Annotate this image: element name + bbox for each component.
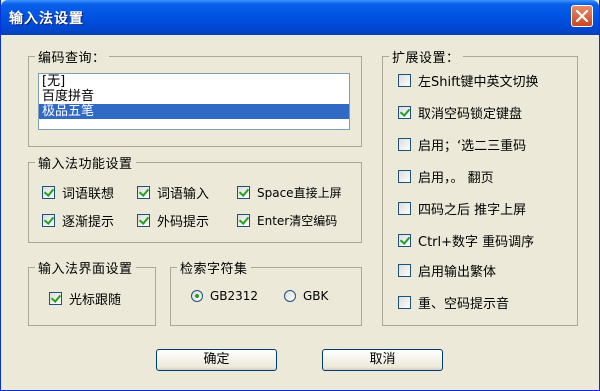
checkbox-label: 启用输出繁体	[418, 264, 497, 280]
checkbox-label: 词语联想	[62, 186, 115, 202]
checkbox-box[interactable]	[49, 291, 62, 305]
checkbox-label: 词语输入	[157, 186, 210, 202]
checkbox-box[interactable]	[137, 213, 150, 227]
checkbox-duplicate-empty-sound[interactable]: 重、空码提示音	[398, 294, 510, 312]
checkbox-box[interactable]	[398, 169, 411, 183]
code-query-listbox[interactable]: [无] 百度拼音 极品五笔	[38, 73, 350, 130]
checkbox-label: 外码提示	[157, 214, 210, 230]
ime-ui-legend: 输入法界面设置	[38, 262, 133, 277]
list-item[interactable]: 百度拼音	[39, 89, 349, 104]
checkbox-ctrl-number-reorder[interactable]: Ctrl+数字 重码调序	[398, 232, 535, 250]
checkbox-cancel-empty-lock[interactable]: 取消空码锁定键盘	[398, 104, 523, 122]
checkbox-gradual-hint[interactable]: 逐渐提示	[42, 212, 115, 230]
checkbox-box[interactable]	[398, 73, 411, 87]
checkbox-box[interactable]	[398, 105, 411, 119]
cancel-button[interactable]: 取消	[322, 349, 443, 371]
checkbox-word-association[interactable]: 词语联想	[42, 184, 115, 202]
checkbox-box[interactable]	[237, 213, 250, 227]
checkbox-word-input[interactable]: 词语输入	[137, 184, 210, 202]
ok-button[interactable]: 确定	[156, 349, 277, 371]
radio-gbk[interactable]: GBK	[284, 288, 328, 304]
checkbox-label: 左Shift键中英文切换	[418, 74, 539, 90]
checkbox-four-code-commit[interactable]: 四码之后 推字上屏	[398, 200, 527, 218]
radio-gb2312[interactable]: GB2312	[191, 288, 258, 304]
radio-label: GBK	[303, 289, 329, 303]
extended-settings-legend: 扩展设置：	[392, 51, 460, 66]
code-query-legend: 编码查询：	[38, 51, 106, 66]
list-item-selected[interactable]: 极品五笔	[39, 104, 349, 119]
window-title: 输入法设置	[9, 11, 84, 27]
checkbox-label: Enter清空编码	[257, 213, 338, 228]
checkbox-label: 光标跟随	[69, 292, 122, 308]
checkbox-box[interactable]	[42, 213, 55, 227]
checkbox-label: 重、空码提示音	[418, 296, 510, 312]
list-item[interactable]: [无]	[39, 74, 349, 89]
checkbox-label: 四码之后 推字上屏	[418, 202, 527, 218]
close-icon	[576, 10, 588, 22]
checkbox-traditional-output[interactable]: 启用输出繁体	[398, 262, 497, 280]
radio-button[interactable]	[284, 290, 296, 302]
checkbox-box[interactable]	[398, 233, 411, 247]
settings-dialog: 输入法设置 编码查询： [无] 百度拼音 极品五笔 输入法功能设置 词语联想 词…	[0, 0, 600, 391]
checkbox-label: 启用，。 翻页	[418, 170, 494, 186]
charset-legend: 检索字符集	[180, 262, 248, 277]
radio-label: GB2312	[210, 289, 259, 303]
checkbox-enable-page-keys[interactable]: 启用，。 翻页	[398, 168, 494, 186]
checkbox-label: 启用；‘选二三重码	[418, 138, 527, 154]
checkbox-box[interactable]	[398, 295, 411, 309]
checkbox-enter-clear[interactable]: Enter清空编码	[237, 212, 337, 228]
checkbox-left-shift-toggle[interactable]: 左Shift键中英文切换	[398, 72, 539, 90]
checkbox-box[interactable]	[398, 137, 411, 151]
checkbox-label: Ctrl+数字 重码调序	[418, 234, 535, 250]
checkbox-label: Space直接上屏	[257, 185, 342, 200]
checkbox-box[interactable]	[398, 201, 411, 215]
ime-function-legend: 输入法功能设置	[38, 157, 133, 172]
radio-button[interactable]	[191, 290, 203, 302]
checkbox-space-commit[interactable]: Space直接上屏	[237, 184, 342, 200]
checkbox-box[interactable]	[237, 185, 250, 199]
checkbox-label: 逐渐提示	[62, 214, 115, 230]
checkbox-box[interactable]	[42, 185, 55, 199]
close-button[interactable]	[571, 5, 593, 27]
checkbox-enable-select-23[interactable]: 启用；‘选二三重码	[398, 136, 527, 154]
checkbox-label: 取消空码锁定键盘	[418, 106, 523, 122]
checkbox-code-hint[interactable]: 外码提示	[137, 212, 210, 230]
title-bar[interactable]: 输入法设置	[1, 0, 599, 35]
checkbox-box[interactable]	[137, 185, 150, 199]
checkbox-box[interactable]	[398, 263, 411, 277]
checkbox-cursor-follow[interactable]: 光标跟随	[49, 290, 122, 308]
